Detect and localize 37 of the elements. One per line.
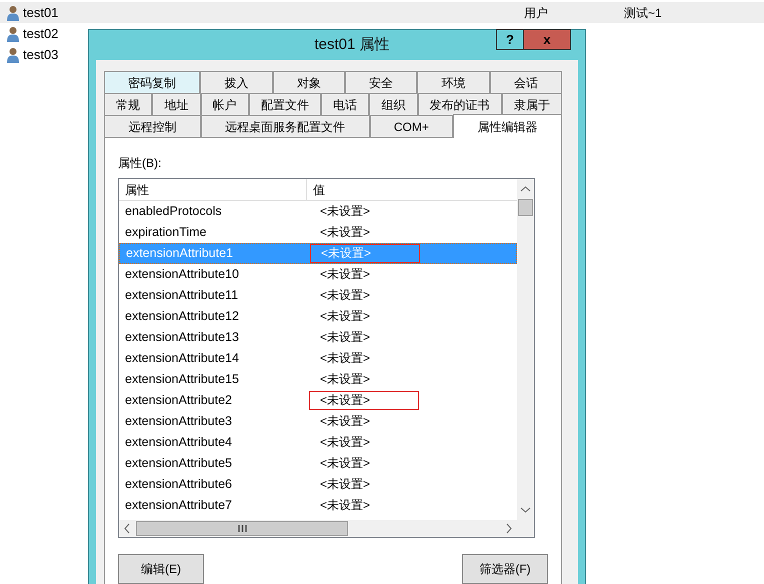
attribute-name: extensionAttribute6 xyxy=(125,477,232,492)
attribute-value: <未设置> xyxy=(319,203,372,220)
object-description: 测试~1 xyxy=(624,4,662,22)
attribute-name: extensionAttribute5 xyxy=(125,456,232,470)
attribute-value: <未设置> xyxy=(319,434,372,451)
attribute-name: extensionAttribute1 xyxy=(126,246,234,260)
attribute-name: extensionAttribute11 xyxy=(125,288,238,302)
attribute-value: <未设置> xyxy=(319,224,372,241)
attribute-name: expirationTime xyxy=(125,225,207,240)
attribute-name: extensionAttribute12 xyxy=(125,309,239,324)
attribute-value: <未设置> xyxy=(319,476,372,493)
object-name: test03 xyxy=(23,46,58,64)
attribute-value: <未设置> xyxy=(319,497,372,514)
attribute-value: <未设置> xyxy=(319,329,372,346)
attribute-value: <未设置> xyxy=(319,287,372,304)
attributes-label: 属性(B): xyxy=(118,155,162,172)
attribute-name: extensionAttribute3 xyxy=(125,414,232,428)
attribute-value: <未设置> xyxy=(319,455,372,472)
dialog-title: test01 属性 xyxy=(313,34,390,55)
attribute-name: extensionAttribute14 xyxy=(125,351,239,366)
attribute-value: <未设置> xyxy=(319,350,372,367)
attribute-name: extensionAttribute10 xyxy=(125,267,239,282)
attribute-name: extensionAttribute15 xyxy=(125,372,239,386)
attribute-value: <未设置> xyxy=(319,308,372,325)
attribute-name: extensionAttribute13 xyxy=(125,330,239,344)
attribute-name: extensionAttribute4 xyxy=(125,435,232,450)
attribute-name: enabledProtocols xyxy=(125,204,222,218)
attribute-name: extensionAttribute7 xyxy=(125,498,232,512)
attribute-value: <未设置> xyxy=(309,391,419,410)
attribute-name: extensionAttribute2 xyxy=(125,393,232,408)
attribute-value: <未设置> xyxy=(319,266,372,283)
object-name: test02 xyxy=(23,24,58,43)
attribute-value: <未设置> xyxy=(310,244,420,263)
object-name: test01 xyxy=(23,4,58,22)
object-type: 用户 xyxy=(524,4,549,22)
attribute-value: <未设置> xyxy=(319,371,372,388)
attribute-value: <未设置> xyxy=(319,413,372,430)
